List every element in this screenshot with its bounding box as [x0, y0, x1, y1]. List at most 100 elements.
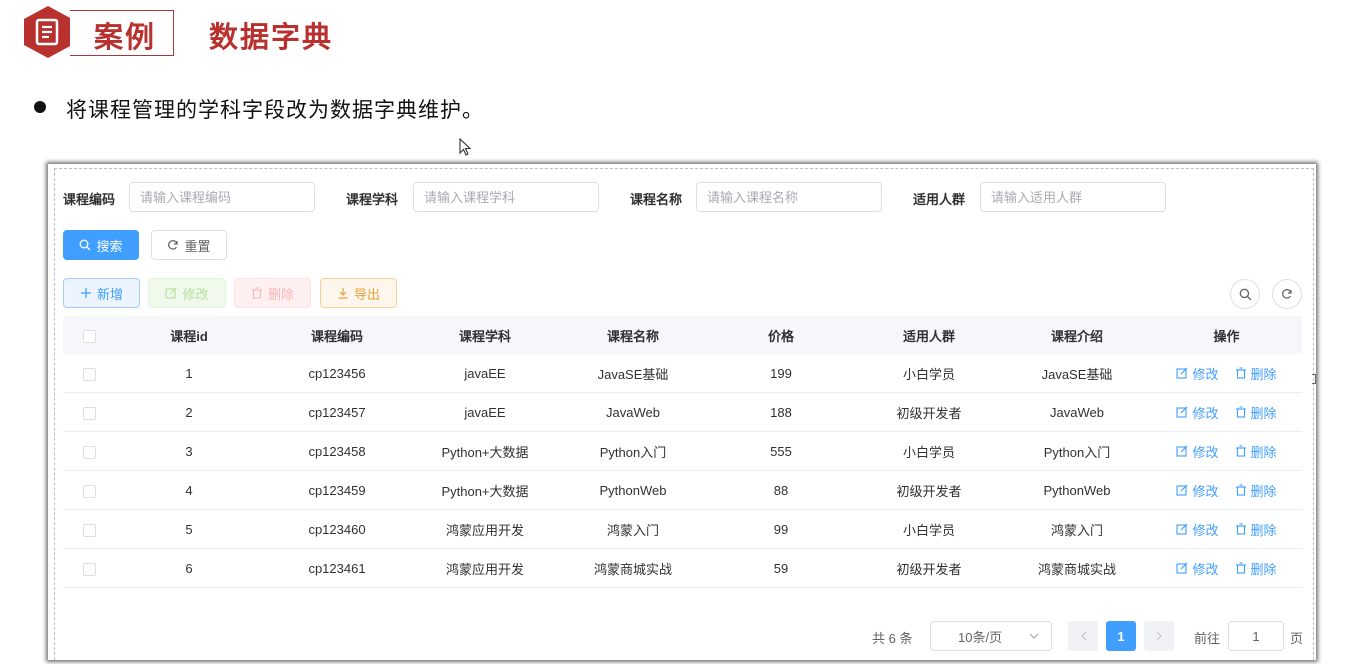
column-header: 课程介绍 — [1003, 316, 1151, 354]
course-subject-input[interactable] — [413, 182, 599, 212]
export-button[interactable]: 导出 — [320, 278, 397, 308]
refresh-table-button[interactable] — [1272, 279, 1302, 309]
column-header: 适用人群 — [855, 316, 1003, 354]
row-checkbox[interactable] — [82, 562, 96, 576]
column-header: 操作 — [1151, 316, 1302, 354]
edit-icon — [1176, 562, 1188, 574]
table-cell-subject: javaEE — [411, 354, 559, 393]
audience-label: 适用人群 — [913, 192, 966, 207]
row-checkbox[interactable] — [82, 484, 96, 498]
table-cell-audience: 初级开发者 — [855, 392, 1003, 432]
table-row: 6 cp123461 鸿蒙应用开发 鸿蒙商城实战 59 初级开发者 鸿蒙商城实战 修改 删除 — [63, 548, 1302, 588]
row-delete-button[interactable]: 删除 — [1235, 403, 1277, 422]
table-cell-price: 99 — [707, 509, 855, 549]
bullet-dot — [34, 101, 46, 113]
mouse-cursor-icon — [459, 138, 472, 156]
table-cell-price: 88 — [707, 470, 855, 510]
row-actions-cell: 修改 删除 — [1151, 431, 1302, 471]
row-checkbox[interactable] — [82, 406, 96, 420]
table-cell-audience: 小白学员 — [855, 509, 1003, 549]
column-header: 课程id — [115, 316, 263, 354]
row-delete-button[interactable]: 删除 — [1235, 442, 1277, 461]
delete-button[interactable]: 删除 — [234, 278, 311, 308]
course-code-input[interactable] — [129, 182, 315, 212]
table-cell-name: JavaWeb — [559, 392, 707, 432]
table-cell-subject: Python+大数据 — [411, 431, 559, 471]
row-delete-button[interactable]: 删除 — [1235, 520, 1277, 539]
row-select-cell — [63, 392, 115, 432]
goto-page-input[interactable] — [1228, 621, 1284, 651]
toggle-search-button[interactable] — [1230, 279, 1260, 309]
prev-page-button[interactable] — [1068, 621, 1098, 651]
edge-marker — [1312, 374, 1316, 384]
edit-icon — [1176, 484, 1188, 496]
row-delete-label: 删除 — [1250, 483, 1277, 499]
row-checkbox[interactable] — [82, 445, 96, 459]
course-name-input[interactable] — [696, 182, 882, 212]
reset-button-label: 重置 — [184, 238, 211, 254]
row-delete-button[interactable]: 删除 — [1235, 364, 1277, 383]
search-icon — [80, 239, 91, 251]
table-cell-id: 2 — [115, 392, 263, 432]
table-cell-name: 鸿蒙入门 — [559, 509, 707, 549]
column-header: 课程名称 — [559, 316, 707, 354]
row-edit-button[interactable]: 修改 — [1176, 364, 1219, 383]
search-button-label: 搜索 — [96, 238, 123, 254]
add-button-label: 新增 — [96, 286, 123, 302]
row-select-cell — [63, 354, 115, 393]
table-cell-intro: JavaSE基础 — [1003, 354, 1151, 393]
table-cell-id: 1 — [115, 354, 263, 393]
search-button[interactable]: 搜索 — [63, 230, 139, 260]
case-hexagon-icon — [24, 6, 72, 58]
trash-icon — [1235, 445, 1246, 457]
row-checkbox[interactable] — [82, 367, 96, 381]
row-edit-button[interactable]: 修改 — [1176, 481, 1219, 500]
goto-suffix: 页 — [1290, 631, 1304, 646]
edit-button[interactable]: 修改 — [148, 278, 226, 308]
row-actions-cell: 修改 删除 — [1151, 470, 1302, 510]
table-cell-code: cp123457 — [263, 392, 411, 432]
audience-input[interactable] — [980, 182, 1166, 212]
select-all-checkbox[interactable] — [82, 329, 96, 343]
next-page-button[interactable] — [1144, 621, 1174, 651]
table-cell-code: cp123458 — [263, 431, 411, 471]
edit-icon — [165, 287, 177, 299]
row-delete-label: 删除 — [1250, 444, 1277, 460]
download-icon — [338, 288, 348, 299]
table-row: 3 cp123458 Python+大数据 Python入门 555 小白学员 Python… — [63, 431, 1302, 471]
table-row: 1 cp123456 javaEE JavaSE基础 199 小白学员 JavaSE基础 修改… — [63, 354, 1302, 393]
page-number-current[interactable]: 1 — [1106, 621, 1136, 651]
refresh-icon — [168, 240, 179, 250]
reset-button[interactable]: 重置 — [151, 230, 227, 260]
add-button[interactable]: 新增 — [63, 278, 140, 308]
row-select-cell — [63, 470, 115, 510]
table-cell-id: 6 — [115, 548, 263, 588]
row-edit-button[interactable]: 修改 — [1176, 520, 1219, 539]
table-cell-id: 4 — [115, 470, 263, 510]
pagination-total: 共 6 条 — [872, 631, 913, 646]
row-delete-label: 删除 — [1250, 405, 1277, 421]
page-size-select[interactable]: 10条/页 — [930, 621, 1052, 651]
table-cell-price: 188 — [707, 392, 855, 432]
search-icon — [1239, 288, 1251, 300]
row-delete-button[interactable]: 删除 — [1235, 481, 1277, 500]
row-delete-label: 删除 — [1250, 522, 1277, 538]
column-header: 课程学科 — [411, 316, 559, 354]
table-cell-price: 199 — [707, 354, 855, 393]
table-cell-name: 鸿蒙商城实战 — [559, 548, 707, 588]
table-cell-subject: javaEE — [411, 392, 559, 432]
row-edit-button[interactable]: 修改 — [1176, 403, 1219, 422]
row-edit-label: 修改 — [1192, 561, 1219, 577]
table-row: 4 cp123459 Python+大数据 PythonWeb 88 初级开发者 Pytho… — [63, 470, 1302, 510]
row-checkbox[interactable] — [82, 523, 96, 537]
row-edit-button[interactable]: 修改 — [1176, 559, 1219, 578]
table-cell-name: Python入门 — [559, 431, 707, 471]
select-all-cell — [63, 316, 115, 354]
edit-icon — [1176, 523, 1188, 535]
row-edit-label: 修改 — [1192, 444, 1219, 460]
trash-icon — [1235, 523, 1246, 535]
row-edit-button[interactable]: 修改 — [1176, 442, 1219, 461]
row-edit-label: 修改 — [1192, 405, 1219, 421]
chevron-down-icon — [1029, 633, 1039, 639]
row-delete-button[interactable]: 删除 — [1235, 559, 1277, 578]
